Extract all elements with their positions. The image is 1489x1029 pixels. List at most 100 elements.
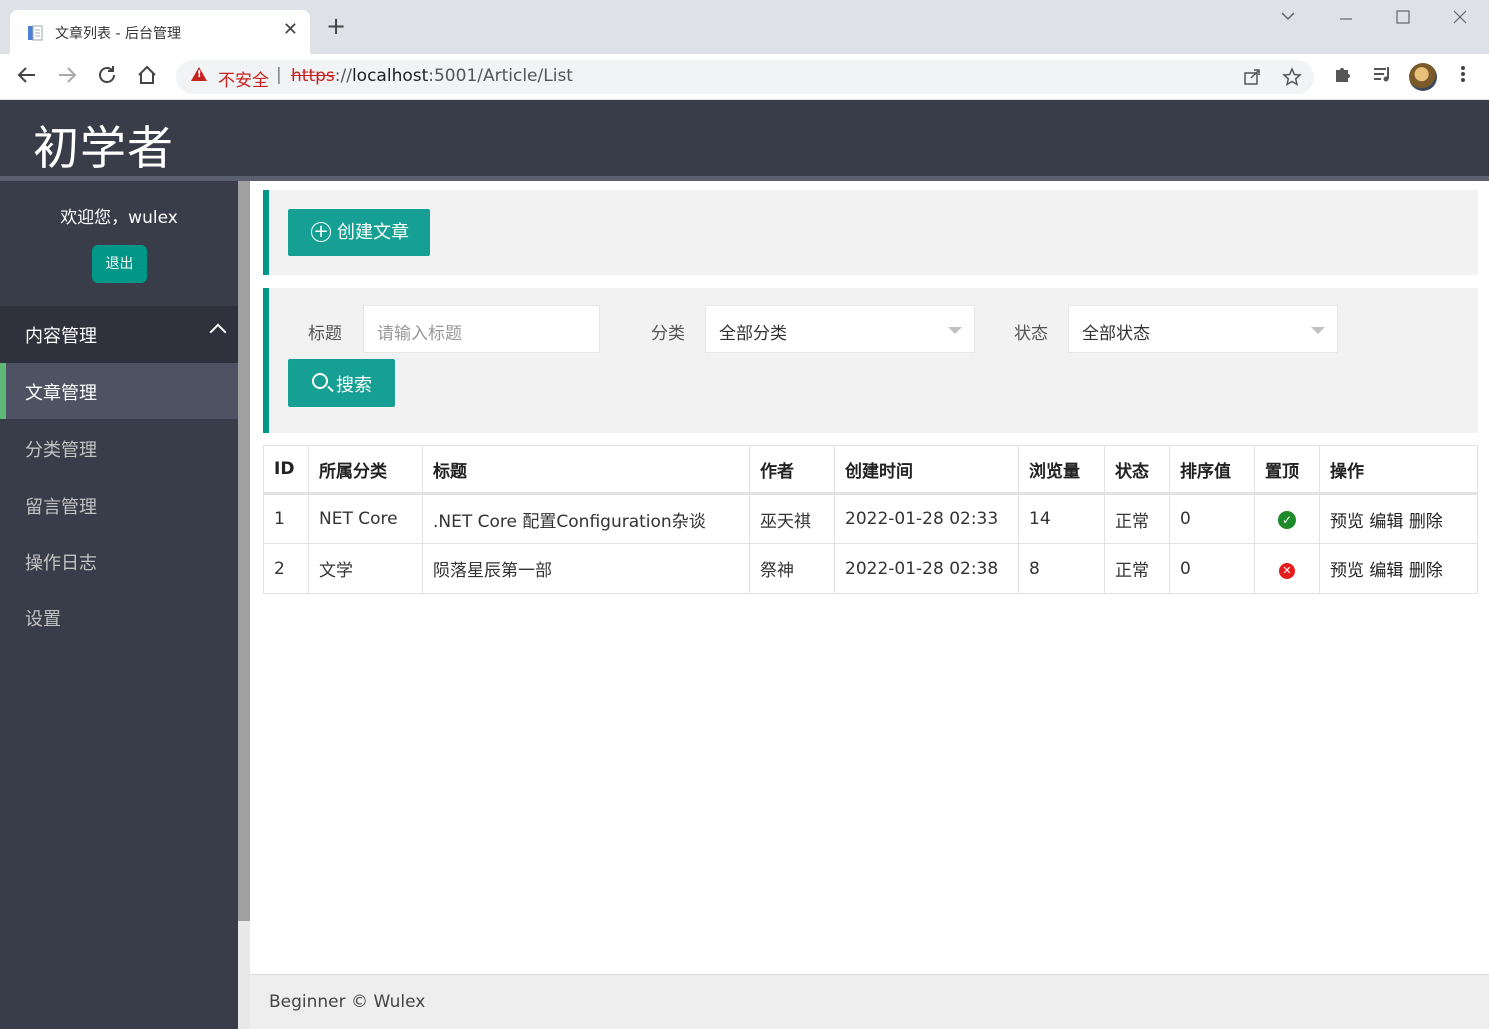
not-secure-label[interactable]: 不安全 xyxy=(218,66,269,91)
cell-title: 陨落星辰第一部 xyxy=(422,543,750,594)
edit-link[interactable]: 编辑 xyxy=(1369,561,1403,581)
profile-avatar[interactable] xyxy=(1409,63,1437,91)
action-panel: + 创建文章 xyxy=(263,190,1478,275)
cell-id: 1 xyxy=(263,493,309,544)
reading-list-icon[interactable] xyxy=(1372,64,1392,89)
cell-status: 正常 xyxy=(1104,493,1170,544)
cell-status: 正常 xyxy=(1104,543,1170,594)
bookmark-star-icon[interactable] xyxy=(1282,67,1302,92)
maximize-icon[interactable] xyxy=(1395,8,1411,29)
scrollbar-thumb[interactable] xyxy=(238,181,250,921)
share-icon[interactable] xyxy=(1242,67,1262,92)
sidebar-item-label: 分类管理 xyxy=(25,440,97,461)
cell-views: 8 xyxy=(1018,543,1105,594)
main-content: + 创建文章 标题 请输入标题 分类 全部分类 状态 全部状态 搜索 ID 所属… xyxy=(250,181,1489,974)
sidebar-item-label: 操作日志 xyxy=(25,553,97,574)
filter-panel: 标题 请输入标题 分类 全部分类 状态 全部状态 搜索 xyxy=(263,288,1478,433)
logout-button[interactable]: 退出 xyxy=(92,245,147,283)
category-filter-label: 分类 xyxy=(651,324,685,344)
check-circle-icon: ✓ xyxy=(1278,511,1296,529)
close-tab-icon[interactable]: ✕ xyxy=(283,19,298,40)
status-filter-label: 状态 xyxy=(1014,324,1048,344)
preview-link[interactable]: 预览 xyxy=(1330,561,1364,581)
back-arrow-icon[interactable] xyxy=(16,64,38,92)
search-button-label: 搜索 xyxy=(336,375,372,396)
page-footer: Beginner © Wulex xyxy=(250,974,1489,1029)
column-header: 操作 xyxy=(1319,445,1478,494)
column-header: 作者 xyxy=(749,445,835,494)
sidebar-scrollbar[interactable] xyxy=(238,181,250,1029)
address-bar[interactable]: 不安全 | https://localhost:5001/Article/Lis… xyxy=(176,60,1314,94)
tab-search-icon[interactable] xyxy=(1280,8,1296,29)
url-scheme-sep: :// xyxy=(334,66,352,86)
cell-created: 2022-01-28 02:33 xyxy=(834,493,1019,544)
title-search-input[interactable]: 请输入标题 xyxy=(363,305,600,353)
reload-icon[interactable] xyxy=(96,64,118,92)
x-circle-icon: ✕ xyxy=(1279,562,1295,579)
column-header: 置顶 xyxy=(1254,445,1320,494)
create-article-button[interactable]: + 创建文章 xyxy=(288,209,430,256)
cell-ops: 预览 编辑 删除 xyxy=(1319,543,1478,594)
minimize-icon[interactable] xyxy=(1338,8,1354,29)
browser-tab-strip: 文章列表 - 后台管理 ✕ + xyxy=(0,0,1489,54)
search-button[interactable]: 搜索 xyxy=(288,359,395,407)
sidebar-item-articles[interactable]: 文章管理 xyxy=(0,363,238,419)
url-path: :5001/Article/List xyxy=(428,66,573,86)
sidebar-item-settings[interactable]: 设置 xyxy=(0,589,238,645)
cell-ops: 预览 编辑 删除 xyxy=(1319,493,1478,544)
sidebar-item-messages[interactable]: 留言管理 xyxy=(0,477,238,533)
close-window-icon[interactable] xyxy=(1452,8,1468,29)
chevron-up-icon xyxy=(209,323,227,341)
column-header: 所属分类 xyxy=(308,445,423,494)
table-header-row: ID 所属分类 标题 作者 创建时间 浏览量 状态 排序值 置顶 操作 xyxy=(263,445,1478,494)
article-table: ID 所属分类 标题 作者 创建时间 浏览量 状态 排序值 置顶 操作 1 NE… xyxy=(263,445,1478,594)
preview-link[interactable]: 预览 xyxy=(1330,512,1364,532)
table-row: 2 文学 陨落星辰第一部 祭神 2022-01-28 02:38 8 正常 0 … xyxy=(263,543,1478,594)
cell-category: NET Core xyxy=(308,493,423,544)
delete-link[interactable]: 删除 xyxy=(1409,512,1443,532)
warning-icon xyxy=(191,67,207,81)
status-select[interactable]: 全部状态 xyxy=(1068,305,1338,353)
url-text[interactable]: https://localhost:5001/Article/List xyxy=(291,66,573,86)
column-header: 状态 xyxy=(1104,445,1170,494)
extensions-puzzle-icon[interactable] xyxy=(1332,64,1352,89)
cell-sort: 0 xyxy=(1169,493,1255,544)
edit-link[interactable]: 编辑 xyxy=(1369,512,1403,532)
title-filter-label: 标题 xyxy=(308,324,342,344)
browser-toolbar: 不安全 | https://localhost:5001/Article/Lis… xyxy=(0,54,1489,100)
category-select[interactable]: 全部分类 xyxy=(705,305,975,353)
document-icon xyxy=(28,25,43,41)
category-select-value: 全部分类 xyxy=(719,324,787,344)
cell-top: ✓ xyxy=(1254,493,1320,544)
forward-arrow-icon[interactable] xyxy=(56,64,78,92)
home-icon[interactable] xyxy=(136,64,158,92)
new-tab-button[interactable]: + xyxy=(326,14,346,38)
sidebar-item-label: 文章管理 xyxy=(25,383,97,404)
more-menu-icon[interactable] xyxy=(1455,64,1471,89)
sidebar-item-categories[interactable]: 分类管理 xyxy=(0,420,238,476)
column-header: ID xyxy=(263,445,309,494)
browser-tab[interactable]: 文章列表 - 后台管理 ✕ xyxy=(10,10,310,54)
sidebar-item-label: 设置 xyxy=(25,609,61,630)
title-input-placeholder: 请输入标题 xyxy=(377,324,462,344)
omnibox-separator: | xyxy=(276,65,282,85)
table-row: 1 NET Core .NET Core 配置Configuration杂谈 巫… xyxy=(263,493,1478,544)
create-article-label: 创建文章 xyxy=(337,222,409,243)
url-host: localhost xyxy=(351,66,429,86)
cell-id: 2 xyxy=(263,543,309,594)
dropdown-caret-icon xyxy=(1311,327,1325,334)
welcome-text: 欢迎您，wulex xyxy=(60,208,178,228)
sidebar-item-label: 留言管理 xyxy=(25,497,97,518)
column-header: 标题 xyxy=(422,445,750,494)
column-header: 浏览量 xyxy=(1018,445,1105,494)
cell-title: .NET Core 配置Configuration杂谈 xyxy=(422,493,750,544)
cell-author: 巫天祺 xyxy=(749,493,835,544)
delete-link[interactable]: 删除 xyxy=(1409,561,1443,581)
nav-group-content-management[interactable]: 内容管理 xyxy=(0,306,238,363)
dropdown-caret-icon xyxy=(948,327,962,334)
footer-copyright: Beginner © Wulex xyxy=(269,992,426,1012)
site-logo[interactable]: 初学者 xyxy=(33,112,174,178)
sidebar-item-logs[interactable]: 操作日志 xyxy=(0,533,238,589)
cell-category: 文学 xyxy=(308,543,423,594)
url-scheme: https xyxy=(291,66,335,86)
